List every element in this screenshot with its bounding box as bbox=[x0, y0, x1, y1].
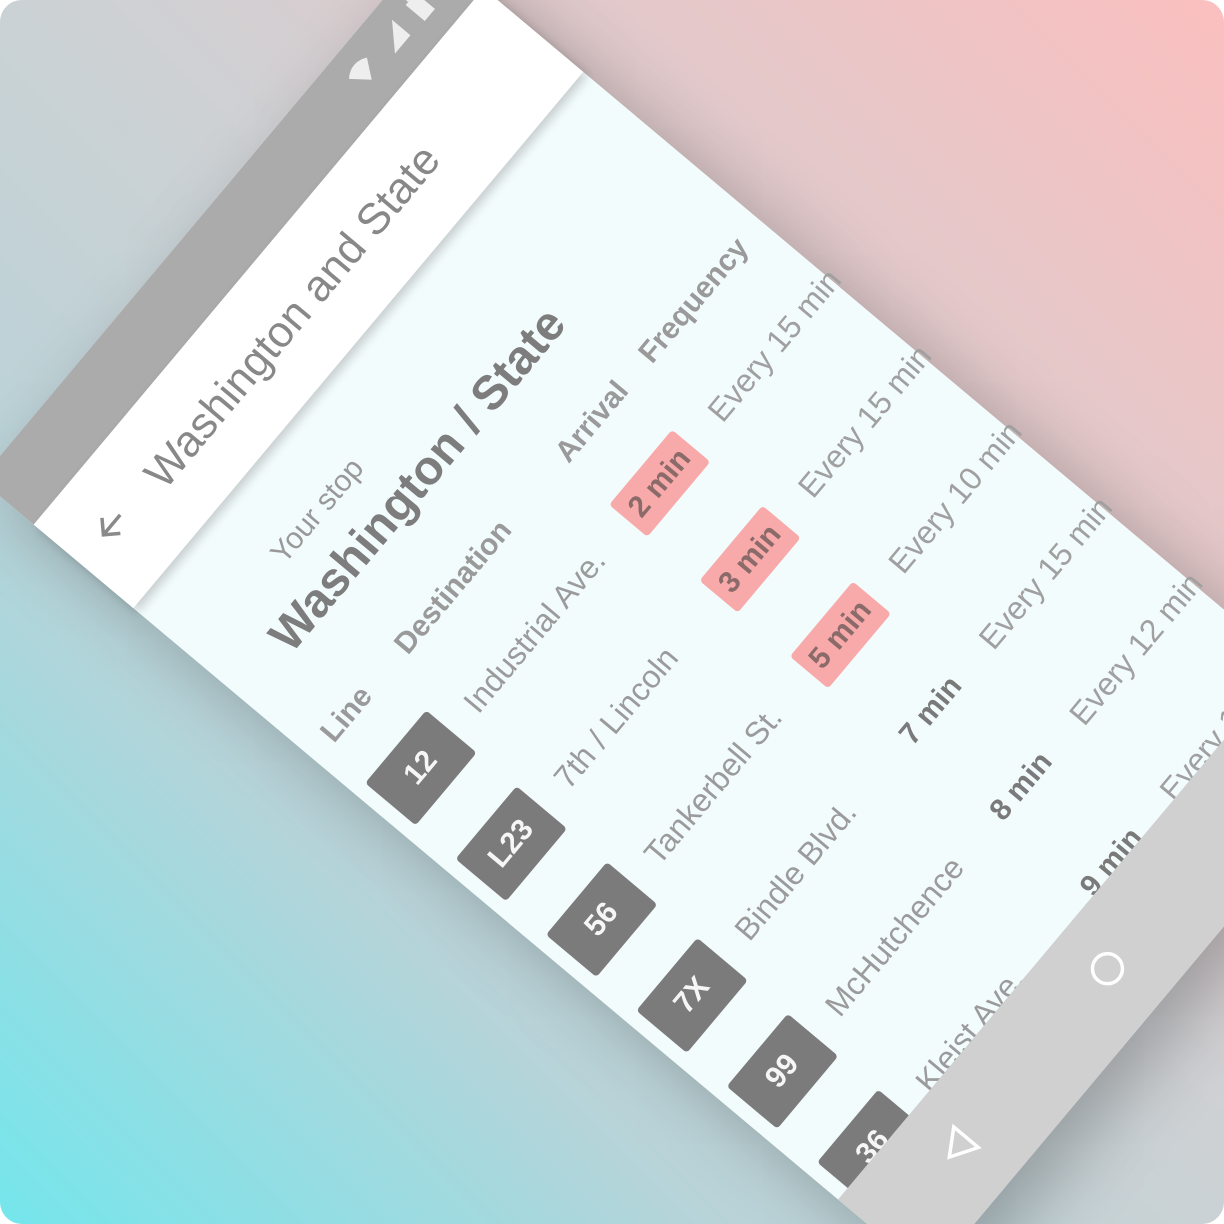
arrival-time: 7 min bbox=[892, 669, 969, 752]
header-arrival: Arrival bbox=[548, 374, 636, 469]
back-triangle-icon bbox=[932, 1122, 987, 1176]
nav-recents-button[interactable] bbox=[1210, 742, 1224, 841]
background: 12 Washington and State Your stop Washin… bbox=[0, 0, 1224, 1224]
arrival-time: 5 min bbox=[789, 581, 892, 689]
nav-home-button[interactable] bbox=[1060, 921, 1159, 1020]
phone-screen: 12 Washington and State Your stop Washin… bbox=[0, 0, 1224, 1224]
signal-icon bbox=[373, 17, 418, 61]
line-badge: 12 bbox=[365, 710, 477, 826]
back-arrow-icon bbox=[88, 501, 144, 555]
arrival-time: 2 min bbox=[609, 429, 711, 537]
line-badge: 7X bbox=[636, 937, 748, 1054]
wifi-icon bbox=[343, 52, 388, 96]
nav-back-button[interactable] bbox=[910, 1099, 1009, 1198]
line-badge: 56 bbox=[545, 861, 658, 978]
arrival-time: 3 min bbox=[699, 505, 801, 613]
line-badge: L23 bbox=[455, 786, 568, 902]
back-button[interactable] bbox=[73, 486, 158, 571]
home-circle-icon bbox=[1080, 942, 1137, 999]
battery-icon bbox=[403, 0, 440, 25]
header-line: Line bbox=[314, 679, 379, 749]
arrival-time: 8 min bbox=[983, 745, 1059, 827]
line-badge: 99 bbox=[726, 1013, 839, 1129]
